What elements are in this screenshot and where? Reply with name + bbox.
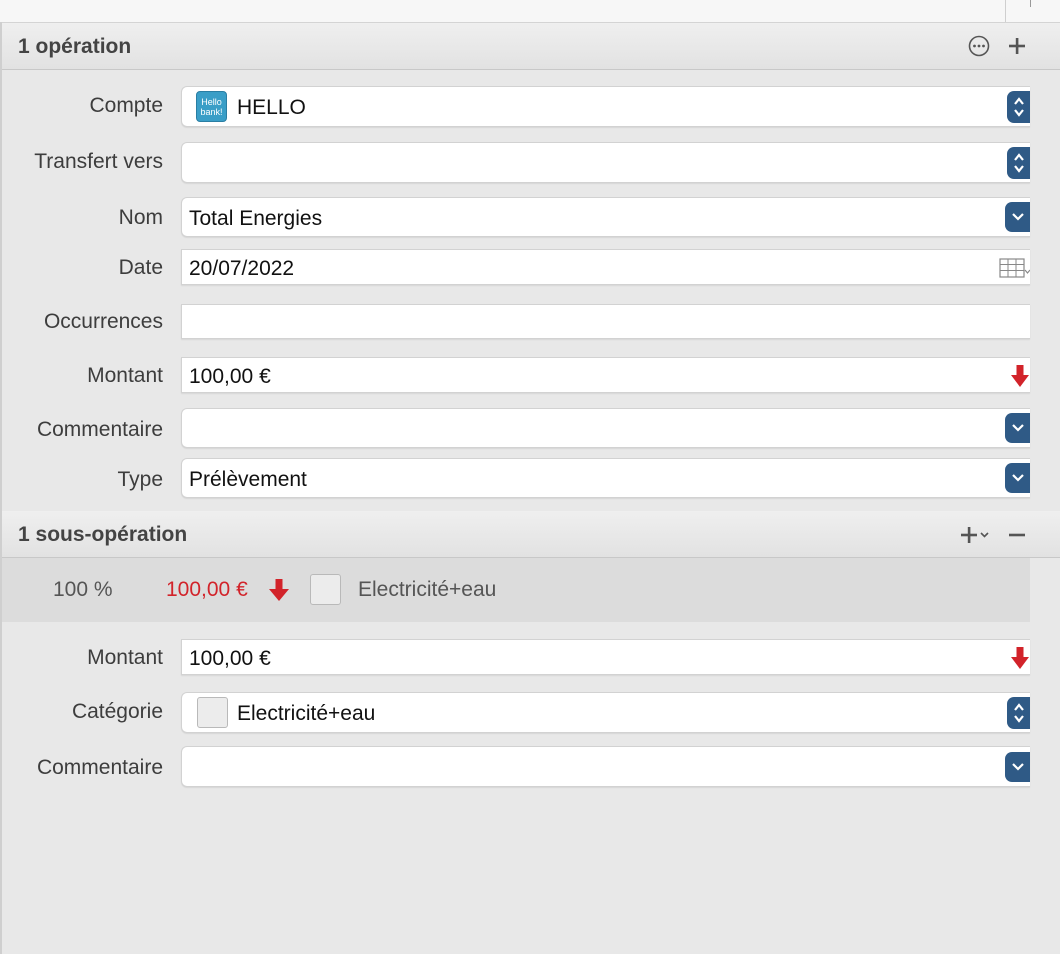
type-dropdown-chevron-icon[interactable] bbox=[1005, 463, 1030, 493]
more-options-icon[interactable] bbox=[967, 34, 991, 58]
commentaire-label: Commentaire bbox=[36, 418, 163, 441]
categorie-stepper-icon[interactable] bbox=[1007, 696, 1030, 729]
bank-logo-icon: Hello bank! bbox=[196, 91, 227, 122]
sub-operation-row[interactable]: 100 % 100,00 € Electricité+eau bbox=[2, 558, 1030, 622]
commentaire-combobox[interactable] bbox=[181, 408, 1030, 448]
sub-commentaire-label: Commentaire bbox=[36, 756, 163, 779]
categorie-label: Catégorie bbox=[71, 700, 163, 723]
montant-field[interactable]: 100,00 € bbox=[181, 357, 1030, 393]
compte-value: HELLO bbox=[237, 96, 306, 119]
category-color-swatch bbox=[197, 697, 228, 728]
transfert-label: Transfert vers bbox=[34, 150, 163, 173]
type-select[interactable]: Prélèvement bbox=[181, 458, 1030, 498]
montant-label: Montant bbox=[87, 364, 163, 387]
nom-value: Total Energies bbox=[189, 207, 323, 230]
compte-label: Compte bbox=[89, 94, 163, 117]
transfert-stepper-icon[interactable] bbox=[1007, 146, 1030, 179]
sub-montant-value: 100,00 € bbox=[189, 647, 271, 670]
operation-count-title: 1 opération bbox=[18, 35, 132, 58]
occurrences-label: Occurrences bbox=[43, 310, 163, 333]
debit-arrow-icon[interactable] bbox=[1010, 646, 1030, 675]
sub-operation-count-title: 1 sous-opération bbox=[18, 523, 188, 546]
sub-operation-amount: 100,00 € bbox=[166, 578, 248, 601]
categorie-value: Electricité+eau bbox=[237, 702, 376, 725]
compte-select[interactable]: Hello bank! HELLO bbox=[181, 86, 1030, 127]
sub-montant-label: Montant bbox=[87, 646, 163, 669]
type-value: Prélèvement bbox=[189, 468, 307, 491]
nom-dropdown-chevron-icon[interactable] bbox=[1005, 202, 1030, 232]
sub-operation-section-header: 1 sous-opération bbox=[2, 511, 1060, 558]
nom-label: Nom bbox=[118, 206, 163, 229]
date-value: 20/07/2022 bbox=[189, 257, 295, 280]
occurrences-field[interactable] bbox=[181, 304, 1030, 339]
add-sub-operation-menu-icon[interactable] bbox=[959, 524, 993, 546]
categorie-select[interactable]: Electricité+eau bbox=[181, 692, 1030, 733]
commentaire-dropdown-chevron-icon[interactable] bbox=[1005, 413, 1030, 443]
type-label: Type bbox=[117, 468, 163, 491]
sub-commentaire-combobox[interactable] bbox=[181, 746, 1030, 787]
toolbar-separator bbox=[1005, 0, 1006, 22]
calendar-icon[interactable] bbox=[998, 257, 1031, 284]
date-field[interactable]: 20/07/2022 bbox=[181, 249, 1031, 285]
sub-commentaire-dropdown-chevron-icon[interactable] bbox=[1005, 751, 1030, 782]
date-label: Date bbox=[118, 256, 163, 279]
operation-section-header: 1 opération bbox=[2, 23, 1060, 70]
category-color-swatch bbox=[310, 574, 341, 605]
montant-value: 100,00 € bbox=[189, 365, 271, 388]
nom-combobox[interactable]: Total Energies bbox=[181, 197, 1030, 237]
add-operation-icon[interactable] bbox=[1005, 34, 1029, 58]
sub-montant-field[interactable]: 100,00 € bbox=[181, 639, 1030, 675]
top-toolbar-strip bbox=[0, 0, 1060, 23]
toolbar-tick bbox=[1030, 0, 1031, 7]
sub-operation-percent: 100 % bbox=[53, 578, 113, 601]
remove-sub-operation-icon[interactable] bbox=[1005, 524, 1029, 546]
debit-arrow-icon bbox=[268, 578, 290, 607]
transfert-select[interactable] bbox=[181, 142, 1030, 183]
debit-arrow-icon[interactable] bbox=[1010, 364, 1030, 393]
sub-operation-category: Electricité+eau bbox=[358, 578, 497, 601]
compte-stepper-icon[interactable] bbox=[1007, 90, 1030, 123]
